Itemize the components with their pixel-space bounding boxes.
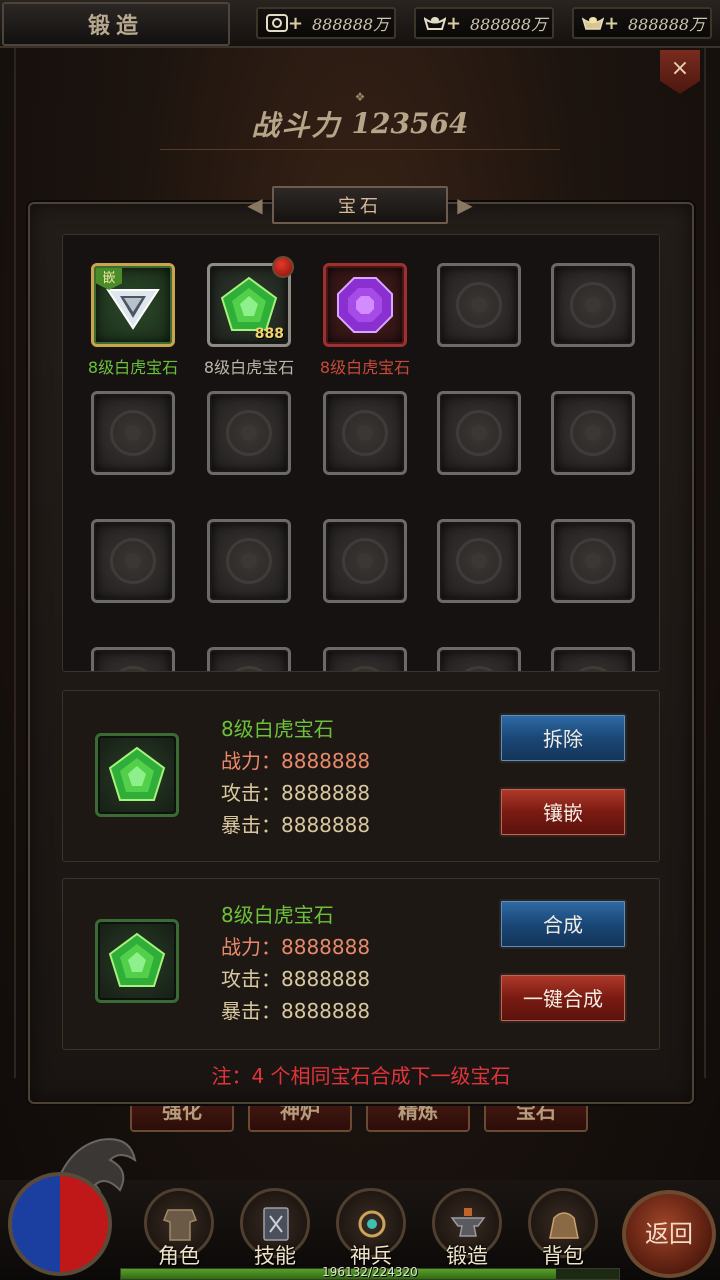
gem-detail-name: 8级白虎宝石: [221, 717, 334, 741]
empty-gem-slot[interactable]: [91, 647, 175, 671]
dialog-title: 宝石: [272, 186, 448, 224]
currency-coin[interactable]: + 888888万: [256, 7, 396, 39]
back-button[interactable]: 返回: [622, 1190, 716, 1278]
nav-skill[interactable]: 技能: [234, 1188, 316, 1274]
gem-combine-name: 8级白虎宝石: [221, 903, 334, 927]
coin-amount: 888888万: [312, 15, 390, 34]
gem-slot[interactable]: 嵌: [91, 263, 175, 347]
empty-gem-slot[interactable]: [437, 647, 521, 671]
gem-detail-panel-equipped: 8级白虎宝石 战力：8888888 攻击：8888888 暴击：8888888 …: [62, 690, 660, 862]
empty-gem-slot[interactable]: [551, 519, 635, 603]
empty-gem-slot[interactable]: [551, 391, 635, 475]
empty-gem-slot[interactable]: [437, 519, 521, 603]
battle-power-bar: ❖ 战斗力 123564: [160, 90, 560, 150]
add-ingot-icon[interactable]: +: [446, 13, 461, 34]
battle-power-label: 战斗力: [251, 108, 342, 142]
gem-detail-slot[interactable]: [95, 733, 179, 817]
ingot-amount: 888888万: [470, 15, 548, 34]
exp-text: 196132/224320: [322, 1265, 418, 1279]
gem-detail-power: 战力：8888888: [221, 749, 371, 773]
battle-power-value: 123564: [351, 107, 469, 140]
coin-icon: [266, 14, 288, 32]
empty-gem-slot[interactable]: [323, 647, 407, 671]
currency-ingot[interactable]: + 888888万: [414, 7, 554, 39]
ornament-right-icon: ▶: [457, 193, 473, 217]
empty-gem-slot[interactable]: [437, 391, 521, 475]
remove-gem-button[interactable]: 拆除: [499, 713, 627, 763]
add-gold-ingot-icon[interactable]: +: [604, 13, 619, 34]
nav-character[interactable]: 角色: [138, 1188, 220, 1274]
gem-slot[interactable]: [323, 263, 407, 347]
gem-combine-attack: 攻击：8888888: [221, 967, 371, 991]
ornament-icon: ❖: [354, 90, 366, 104]
inlay-gem-button[interactable]: 镶嵌: [499, 787, 627, 837]
ingot-icon: [424, 14, 446, 32]
gold-ingot-amount: 888888万: [628, 15, 706, 34]
combine-button[interactable]: 合成: [499, 899, 627, 949]
ornament-left-icon: ◀: [247, 193, 263, 217]
gem-detail-attack: 攻击：8888888: [221, 781, 371, 805]
combine-all-button[interactable]: 一键合成: [499, 973, 627, 1023]
page-title: 锻造: [2, 2, 230, 46]
gem-combine-slot[interactable]: [95, 919, 179, 1003]
empty-gem-slot[interactable]: [323, 391, 407, 475]
empty-gem-slot[interactable]: [551, 263, 635, 347]
gem-detail-crit: 暴击：8888888: [221, 813, 371, 837]
empty-gem-slot[interactable]: [91, 391, 175, 475]
empty-gem-slot[interactable]: [437, 263, 521, 347]
alert-dot-icon: [272, 256, 294, 278]
empty-gem-slot[interactable]: [207, 391, 291, 475]
combine-note: 注：4 个相同宝石合成下一级宝石: [211, 1064, 511, 1088]
dialog-title-bar: ◀ 宝石 ▶: [238, 182, 482, 228]
green-gem-icon: [108, 746, 166, 801]
gem-combine-power: 战力：8888888: [221, 935, 371, 959]
empty-gem-slot[interactable]: [323, 519, 407, 603]
gem-slot-label: 8级白虎宝石: [203, 358, 295, 377]
gem-detail-text: 8级白虎宝石 战力：8888888 攻击：8888888 暴击：8888888: [221, 713, 370, 841]
gem-combine-text: 8级白虎宝石 战力：8888888 攻击：8888888 暴击：8888888: [221, 899, 370, 1027]
yin-yang-orb-icon[interactable]: [8, 1172, 112, 1276]
gem-combine-crit: 暴击：8888888: [221, 999, 371, 1023]
gem-slot-label: 8级白虎宝石: [87, 358, 179, 377]
empty-gem-slot[interactable]: [551, 647, 635, 671]
gold-ingot-icon: [582, 14, 604, 32]
nav-bag[interactable]: 背包: [522, 1188, 604, 1274]
empty-gem-slot[interactable]: [207, 519, 291, 603]
add-coin-icon[interactable]: +: [288, 13, 303, 34]
gem-slot-label: 8级白虎宝石: [319, 358, 411, 377]
nav-forge[interactable]: 锻造: [426, 1188, 508, 1274]
currency-gold-ingot[interactable]: + 888888万: [572, 7, 712, 39]
gem-grid: 嵌 888: [62, 234, 660, 672]
empty-gem-slot[interactable]: [91, 519, 175, 603]
purple-gem-icon: [337, 277, 393, 333]
green-gem-icon: [108, 932, 166, 987]
gem-count: 888: [254, 326, 284, 342]
nav-divine-weapon[interactable]: 神兵: [330, 1188, 412, 1274]
gem-detail-panel-combine: 8级白虎宝石 战力：8888888 攻击：8888888 暴击：8888888 …: [62, 878, 660, 1050]
empty-gem-slot[interactable]: [207, 647, 291, 671]
